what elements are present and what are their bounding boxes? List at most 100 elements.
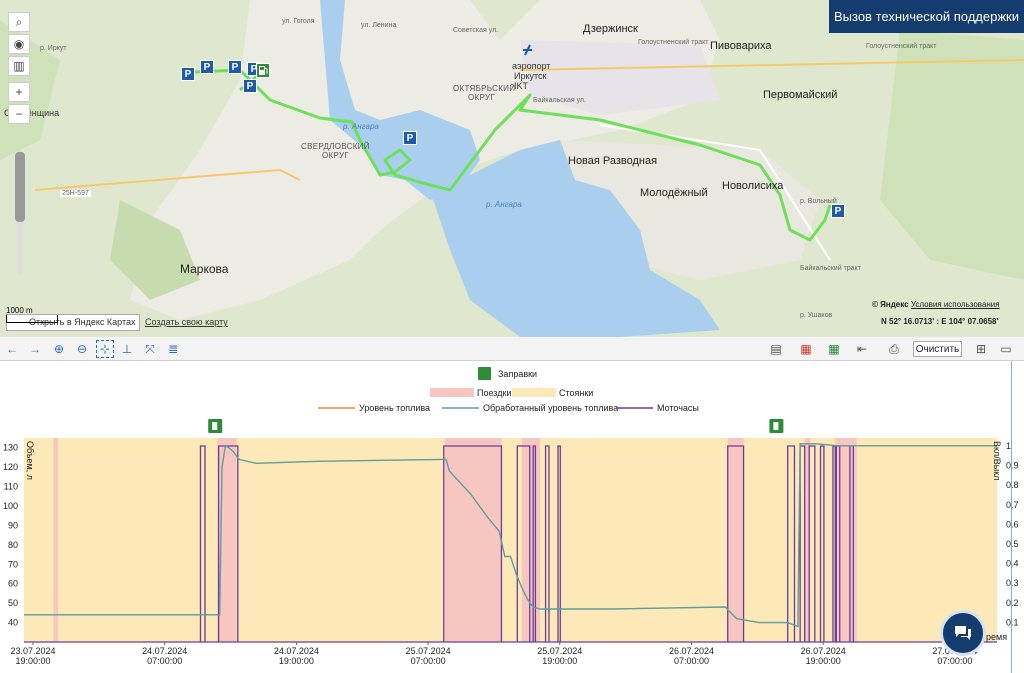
y-tick-left: 110	[4, 482, 18, 492]
x-tick-date: 24.07.2024	[142, 646, 187, 656]
search-icon[interactable]: ⌕	[8, 12, 30, 32]
map-label-sovetskaya: Советская ул.	[453, 27, 499, 34]
y-tick-right: 0.7	[1006, 500, 1019, 510]
zoom-out-button[interactable]: −	[8, 104, 30, 124]
y-tick-left: 120	[3, 462, 18, 472]
y-tick-left: 60	[8, 579, 18, 589]
axis-x-icon[interactable]: ⊥	[118, 340, 136, 358]
clear-button[interactable]: Очистить	[913, 341, 962, 357]
legend-trips-swatch	[430, 388, 474, 397]
refuel-pump-glyph	[212, 422, 218, 430]
map-canvas	[0, 0, 1024, 337]
fuel-chart[interactable]: Заправки Поездки Стоянки Уровень топлива Обр…	[0, 361, 1024, 673]
y-axis-label-left: Объем, л	[25, 441, 35, 480]
map-label-okrug-1: ОКРУГ	[468, 93, 495, 102]
excel-export-icon[interactable]: ▦	[825, 340, 843, 358]
y-tick-right: 0.1	[1006, 617, 1019, 627]
zoom-in-icon[interactable]: ⊕	[50, 340, 68, 358]
map-toggle-icon[interactable]: ⊞	[972, 340, 990, 358]
map-label-airport-city: Иркутск	[514, 71, 547, 81]
x-tick-time: 19:00:00	[15, 656, 50, 666]
chart-toolbar: ← → ⊕ ⊖ ⊹ ⊥ ⤧ ≣ ▤ ▦ ▦ ⇤ ⎙ ⊞ ▭	[0, 337, 1024, 361]
x-tick-date: 26.07.2024	[801, 646, 846, 656]
legend-fuel-level: Уровень топлива	[359, 403, 430, 413]
legend-parking-swatch	[512, 388, 556, 397]
x-tick-date: 25.07.2024	[406, 646, 451, 656]
map-label-airport: аэропорт	[512, 61, 551, 71]
map-label-dzerzhinsk: Дзержинск	[583, 23, 638, 35]
trip-band	[521, 438, 540, 642]
create-map-link[interactable]: Создать свою карту	[145, 317, 228, 327]
chart-right-border	[1011, 361, 1012, 673]
parking-marker[interactable]: P	[243, 79, 257, 93]
map-label-angara-2: р. Ангара	[486, 200, 522, 209]
copyright-text: © Яндекс	[872, 300, 909, 309]
refuel-pump-glyph	[773, 422, 779, 430]
map-label-pivovarikha: Пивовариха	[710, 40, 772, 52]
parking-marker[interactable]: P	[228, 60, 242, 74]
y-tick-left: 50	[8, 598, 18, 608]
cursor-coordinates: N 52° 16.0713' : E 104° 07.0658'	[881, 317, 999, 326]
map-label-baikalskaya: Байкальская ул.	[533, 97, 586, 104]
report-icon[interactable]: ▤	[767, 340, 785, 358]
terms-link[interactable]: Условия использования	[911, 300, 1000, 309]
list-settings-icon[interactable]: ≣	[164, 340, 182, 358]
parking-marker[interactable]: P	[403, 131, 417, 145]
eye-icon[interactable]: ◉	[8, 34, 30, 54]
map-label-gogolya: ул. Гоголя	[282, 18, 315, 25]
fit-screen-icon[interactable]: ⤧	[141, 340, 159, 358]
import-icon[interactable]: ⇤	[853, 340, 871, 358]
map-label-novolisikha: Новолисиха	[722, 180, 784, 192]
y-tick-left: 40	[8, 618, 18, 628]
print-icon[interactable]: ⎙	[885, 340, 903, 358]
map-label-golustnensky-2: Голоустненский тракт	[638, 39, 709, 46]
map-label-molodezhny: Молодёжный	[640, 187, 708, 199]
forward-arrow-icon[interactable]: →	[26, 340, 44, 358]
map-label-okrug-2: ОКРУГ	[322, 151, 349, 160]
x-tick-time: 07:00:00	[147, 656, 182, 666]
back-arrow-icon[interactable]: ←	[3, 340, 21, 358]
y-tick-right: 0.6	[1006, 519, 1019, 529]
x-tick-date: 26.07.2024	[669, 646, 714, 656]
select-area-icon[interactable]: ⊹	[96, 340, 114, 358]
y-tick-left: 90	[8, 520, 18, 530]
y-tick-left: 130	[3, 443, 18, 453]
x-tick-date: 23.07.2024	[10, 646, 55, 656]
map-label-angara-1: р. Ангара	[343, 122, 379, 131]
x-tick-time: 07:00:00	[937, 656, 972, 666]
map-label-lenina: ул. Ленина	[361, 22, 397, 29]
y-axis-label-right: Вкл/Выкл	[992, 441, 1002, 481]
map-label-markova: Маркова	[180, 262, 229, 276]
layout-toggle-icon[interactable]: ▭	[997, 340, 1015, 358]
y-tick-left: 70	[8, 559, 18, 569]
y-tick-right: 0.3	[1006, 578, 1019, 588]
map-layers-icon[interactable]: ▥	[8, 56, 30, 76]
map-label-sverdlovsky: СВЕРДЛОВСКИЙ	[301, 142, 370, 151]
chat-button[interactable]	[940, 610, 986, 656]
map-label-road-25n: 25Н-597	[60, 190, 91, 197]
map-view[interactable]: Дзержинск Пивовариха аэропорт Иркутск IK…	[0, 0, 1024, 337]
map-label-novaya-razvodnaya: Новая Разводная	[568, 155, 658, 167]
legend-trips: Поездки	[477, 388, 511, 398]
zoom-out-icon[interactable]: ⊖	[73, 340, 91, 358]
y-tick-right: 0.4	[1006, 559, 1019, 569]
x-tick-date: 24.07.2024	[274, 646, 319, 656]
y-tick-right: 0.5	[1006, 539, 1019, 549]
fuel-station-marker[interactable]	[256, 63, 270, 78]
parking-marker[interactable]: P	[831, 204, 845, 218]
parking-marker[interactable]: P	[200, 60, 214, 74]
zoom-in-button[interactable]: +	[8, 82, 30, 102]
legend-engine-hours: Моточасы	[657, 403, 699, 413]
map-label-oktyabrsky: ОКТЯБРЬСКИЙ	[453, 84, 516, 93]
map-label-baikalsky-trakt: Байкальский тракт	[800, 265, 861, 272]
pdf-export-icon[interactable]: ▦	[797, 340, 815, 358]
scale-bar	[6, 315, 58, 323]
map-label-ushakovka: р. Ушаков	[800, 312, 833, 319]
support-call-button[interactable]: Вызов технической поддержки	[829, 0, 1024, 33]
zoom-slider-handle[interactable]	[15, 152, 25, 222]
parking-marker[interactable]: P	[181, 67, 195, 81]
map-controls: ⌕ ◉ ▥ + −	[8, 12, 30, 126]
fuel-pump-icon	[259, 66, 268, 75]
x-tick-date: 25.07.2024	[537, 646, 582, 656]
trip-band	[444, 438, 502, 642]
